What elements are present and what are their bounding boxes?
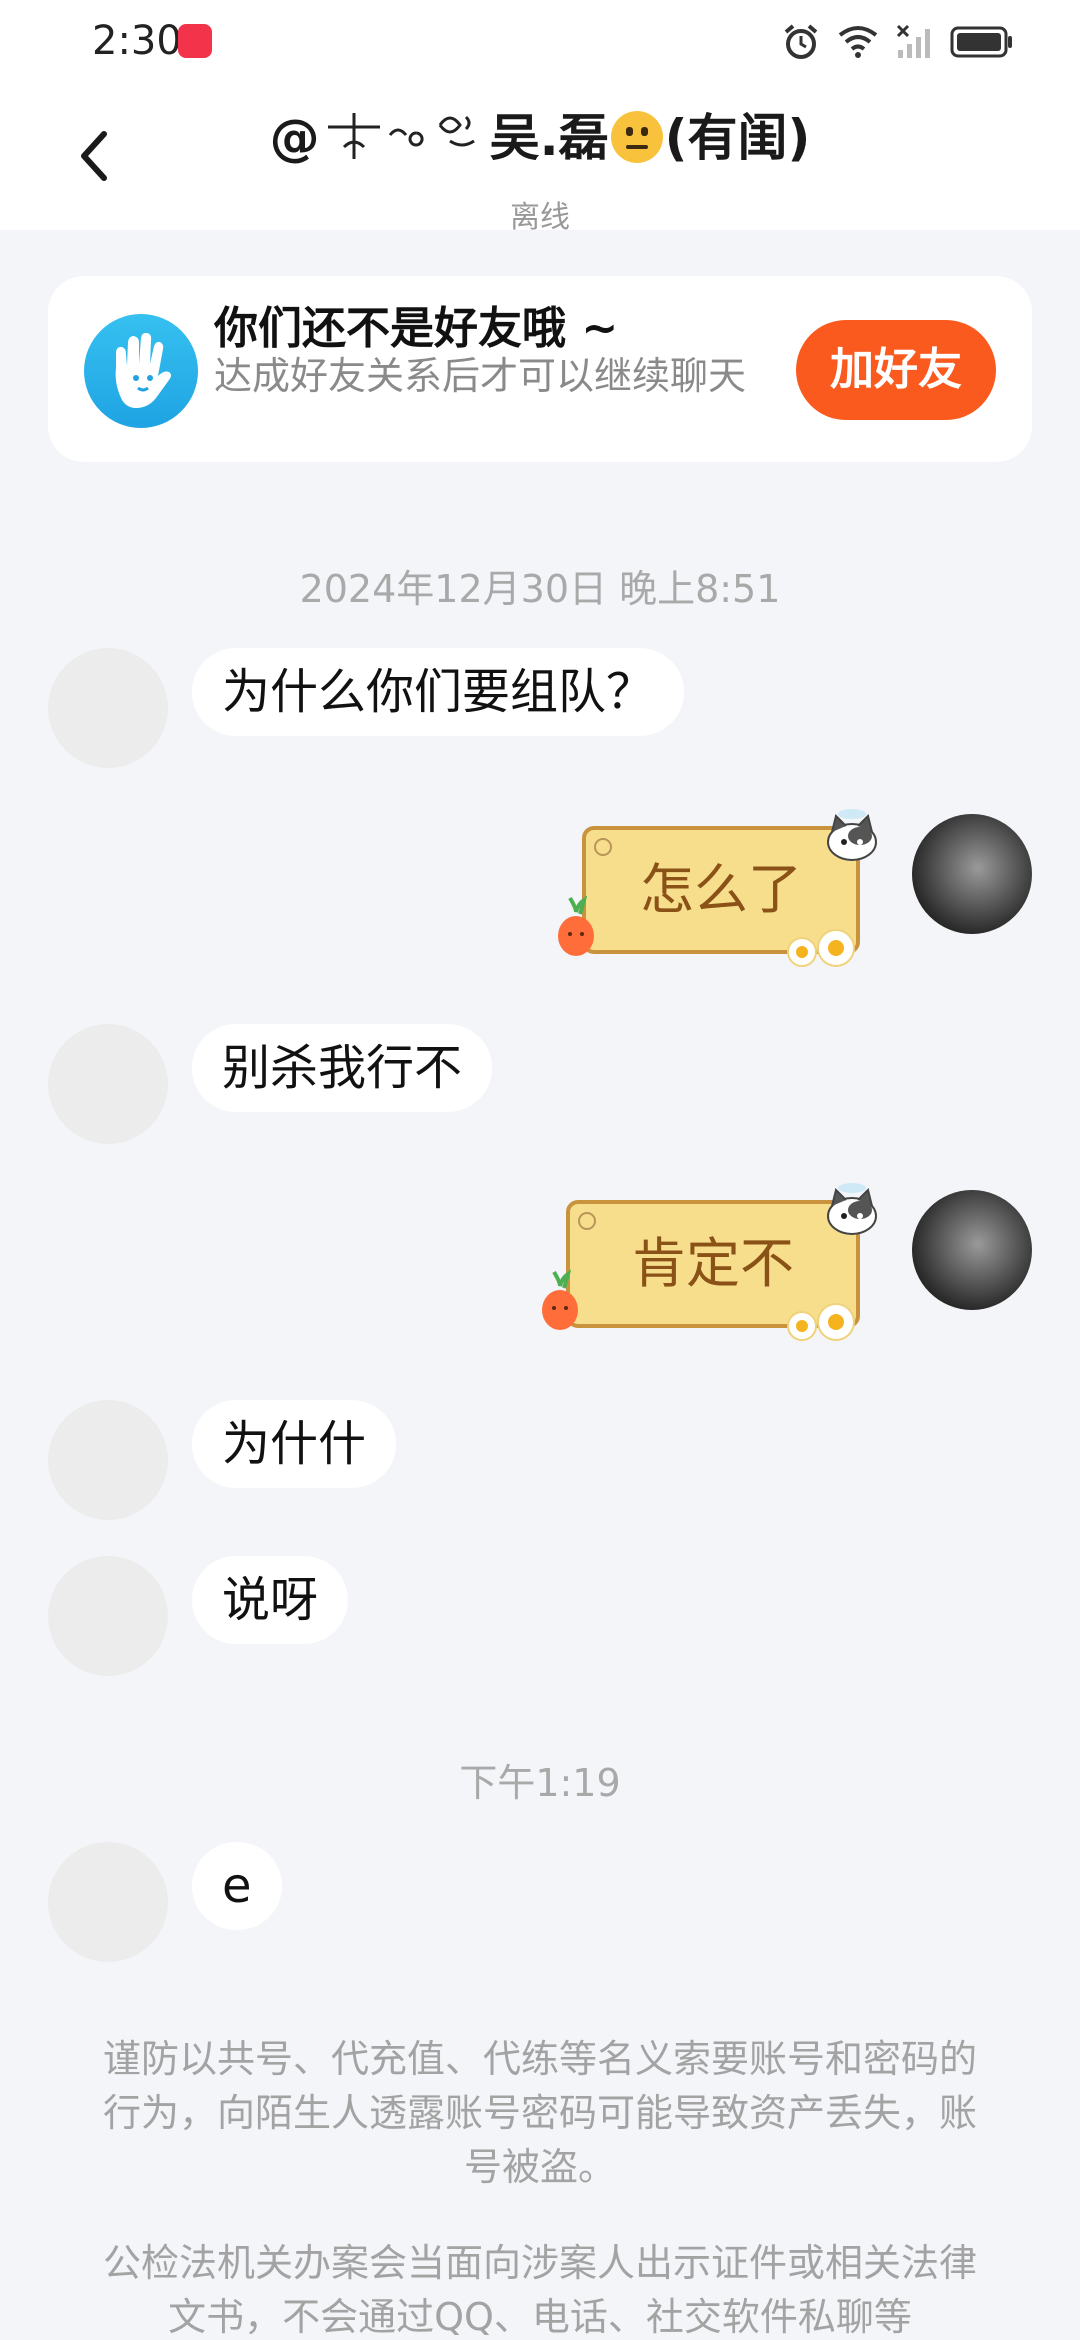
neutral-face-icon — [610, 111, 663, 163]
security-notice: 公检法机关办案会当面向涉案人出示证件或相关法律文书，不会通过QQ、电话、社交软件… — [102, 2241, 977, 2339]
pin-icon — [594, 838, 612, 856]
cat-icon — [827, 1183, 877, 1235]
sticker-text: 怎么了 — [640, 858, 802, 921]
battery-icon — [950, 26, 1012, 58]
status-icons — [782, 20, 1014, 64]
eggs-icon — [787, 1303, 855, 1341]
back-button[interactable] — [70, 126, 120, 186]
cat-icon — [827, 809, 877, 861]
not-friends-card: 你们还不是好友哦 ~ 达成好友关系后才可以继续聊天 加好友 — [48, 276, 1032, 462]
carrot-icon — [558, 895, 594, 956]
title-name: 吴.磊 — [489, 109, 609, 167]
message-timestamp: 2024年12月30日 晚上8:51 — [299, 567, 781, 611]
pin-icon — [578, 1212, 596, 1230]
add-friend-button[interactable]: 加好友 — [796, 320, 996, 420]
status-bar: 2:30 — [0, 0, 1080, 86]
wifi-icon — [838, 26, 878, 58]
my-avatar[interactable] — [912, 1190, 1032, 1310]
hand-wave-icon — [84, 314, 198, 428]
decorative-symbols-icon — [327, 113, 475, 159]
not-friends-description: 达成好友关系后才可以继续聊天 — [214, 354, 747, 398]
outgoing-sticker[interactable]: 肯定不 — [536, 1182, 884, 1341]
contact-avatar[interactable] — [48, 1400, 168, 1520]
alarm-icon — [784, 24, 818, 59]
app-notification-icon — [178, 24, 212, 58]
title-suffix: (有闺) — [664, 109, 811, 167]
sticker-text: 肯定不 — [632, 1232, 794, 1295]
contact-avatar[interactable] — [48, 1842, 168, 1962]
incoming-message[interactable]: 为什么你们要组队？ — [192, 648, 685, 736]
contact-avatar[interactable] — [48, 1024, 168, 1144]
security-notice: 谨防以共号、代充值、代练等名义索要账号和密码的行为，向陌生人透露账号密码可能导致… — [102, 2037, 977, 2189]
contact-avatar[interactable] — [48, 648, 168, 768]
incoming-message[interactable]: e — [192, 1842, 282, 1930]
no-signal-icon — [896, 24, 930, 58]
status-time: 2:30 — [92, 18, 182, 64]
contact-avatar[interactable] — [48, 1556, 168, 1676]
outgoing-sticker[interactable]: 怎么了 — [552, 808, 884, 967]
incoming-message[interactable]: 别杀我行不 — [192, 1024, 493, 1112]
eggs-icon — [787, 929, 855, 967]
incoming-message[interactable]: 说呀 — [192, 1556, 349, 1644]
title-prefix: @ — [269, 109, 320, 167]
incoming-message[interactable]: 为什什 — [192, 1400, 397, 1488]
chat-title[interactable]: @ 吴.磊 (有闺) — [150, 98, 930, 170]
online-status: 离线 — [510, 200, 570, 230]
carrot-icon — [542, 1269, 578, 1330]
not-friends-title: 你们还不是好友哦 ~ — [214, 303, 619, 354]
message-timestamp: 下午1:19 — [459, 1761, 621, 1805]
my-avatar[interactable] — [912, 814, 1032, 934]
chat-header: 2:30 @ 吴.磊 (有闺) 离线 — [0, 0, 1080, 230]
